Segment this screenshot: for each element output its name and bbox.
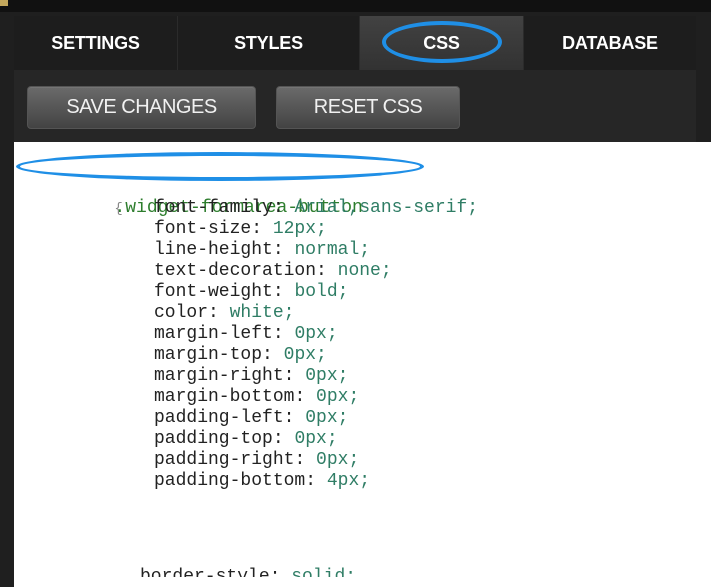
tab-label-settings: SETTINGS bbox=[51, 32, 140, 53]
declaration-value: normal; bbox=[294, 240, 371, 260]
declaration-value: 12px; bbox=[272, 219, 327, 239]
save-changes-button[interactable]: SAVE CHANGES bbox=[27, 86, 256, 129]
declaration-property: color bbox=[154, 303, 209, 323]
declaration-property: text-decoration bbox=[154, 261, 317, 281]
declaration-property: font-size bbox=[154, 219, 252, 239]
declaration-value: 0px; bbox=[294, 429, 338, 449]
declaration-value: bold; bbox=[294, 282, 349, 302]
tab-label-css: CSS bbox=[423, 32, 460, 53]
tab-label-styles: STYLES bbox=[234, 32, 303, 53]
declaration-value: Arial,sans-serif; bbox=[294, 198, 479, 218]
declaration-property: padding-bottom bbox=[154, 471, 306, 491]
declaration-value: 0px; bbox=[316, 387, 360, 407]
tab-database[interactable]: DATABASE bbox=[524, 16, 696, 70]
declaration-property: margin-bottom bbox=[154, 387, 295, 407]
declaration-value: none; bbox=[337, 261, 392, 281]
declaration-property: font-weight bbox=[154, 282, 273, 302]
declaration-value: 0px; bbox=[294, 324, 338, 344]
css-code-editor[interactable]: .widget-formarea-button { font-family: A… bbox=[14, 142, 711, 587]
top-strip bbox=[0, 0, 711, 12]
declaration-line: padding-left: 0px; bbox=[154, 408, 349, 428]
declaration-value: 4px; bbox=[326, 471, 371, 491]
declaration-value: white; bbox=[229, 303, 295, 323]
declaration-property: font-family bbox=[154, 198, 273, 218]
tab-css[interactable]: CSS bbox=[360, 16, 524, 70]
reset-css-button[interactable]: RESET CSS bbox=[276, 86, 460, 129]
tab-bar: SETTINGS STYLES CSS DATABASE bbox=[14, 16, 696, 70]
declaration-line: margin-right: 0px; bbox=[154, 366, 349, 386]
declaration-property: line-height bbox=[154, 240, 273, 260]
declaration-line: margin-bottom: 0px; bbox=[154, 387, 360, 407]
declaration-line: margin-top: 0px; bbox=[154, 345, 327, 365]
declaration-line: font-weight: bold; bbox=[154, 282, 349, 302]
declaration-property: margin-left bbox=[154, 324, 273, 344]
declaration-value: 0px; bbox=[305, 408, 349, 428]
declaration-line: color: white; bbox=[154, 303, 295, 323]
code-content[interactable]: .widget-formarea-button { font-family: A… bbox=[16, 152, 711, 587]
declaration-line: text-decoration: none; bbox=[154, 261, 392, 281]
declaration-line: font-size: 12px; bbox=[154, 219, 327, 239]
declaration-line: margin-left: 0px; bbox=[154, 324, 338, 344]
editor-toolbar: SAVE CHANGES RESET CSS bbox=[14, 70, 696, 142]
css-editor-window: SETTINGS STYLES CSS DATABASE SAVE CHANGE… bbox=[0, 0, 711, 587]
tab-settings[interactable]: SETTINGS bbox=[14, 16, 178, 70]
top-accent bbox=[0, 0, 8, 6]
declaration-property: padding-left bbox=[154, 408, 284, 428]
declaration-property: padding-top bbox=[154, 429, 273, 449]
declaration-property: margin-top bbox=[154, 345, 263, 365]
open-brace-line: { bbox=[28, 177, 711, 217]
declaration-value: 0px; bbox=[316, 450, 360, 470]
declaration-line: padding-top: 0px; bbox=[154, 429, 338, 449]
declaration-value: 0px; bbox=[283, 345, 327, 365]
tab-label-database: DATABASE bbox=[562, 32, 658, 53]
tab-styles[interactable]: STYLES bbox=[178, 16, 360, 70]
declaration-value: 0px; bbox=[305, 366, 349, 386]
declaration-line: font-family: Arial,sans-serif; bbox=[154, 198, 479, 218]
declaration-line: padding-bottom: 4px; bbox=[154, 471, 371, 491]
declaration-property: padding-right bbox=[154, 450, 295, 470]
selector-line: .widget-formarea-button bbox=[16, 152, 711, 218]
declaration-property: margin-right bbox=[154, 366, 284, 386]
declaration-line: line-height: normal; bbox=[154, 240, 371, 260]
declaration-line: padding-right: 0px; bbox=[154, 450, 360, 470]
